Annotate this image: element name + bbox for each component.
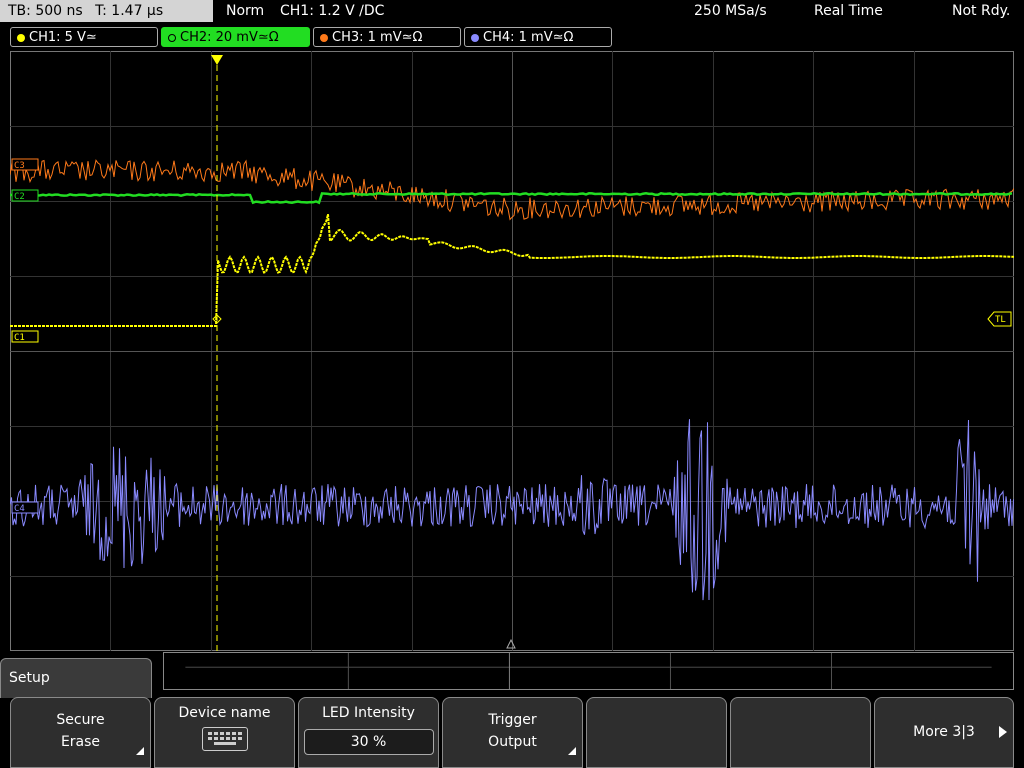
trigger-mode[interactable]: Norm	[226, 0, 264, 22]
channel-tab-ch4[interactable]: CH4: 1 mV≃Ω	[464, 27, 612, 47]
timebase-box[interactable]: TB: 500 ns T: 1.47 µs	[0, 0, 213, 22]
channel-tab-ch1[interactable]: CH1: 5 V≃	[10, 27, 158, 47]
ch1-dot-icon	[17, 33, 25, 42]
acquisition-mode: Real Time	[814, 3, 883, 19]
ch4-dot-icon	[471, 33, 479, 42]
next-page-arrow-icon	[999, 726, 1007, 738]
led-intensity-button[interactable]: LED Intensity 30 %	[298, 697, 439, 768]
svg-text:C2: C2	[14, 192, 25, 202]
trigger-output-button[interactable]: Trigger Output	[442, 697, 583, 768]
device-name-button[interactable]: Device name	[154, 697, 295, 768]
ch4-tab-label: CH4: 1 mV≃Ω	[483, 30, 574, 45]
zoom-strip	[163, 652, 1014, 690]
svg-text:C1: C1	[14, 333, 25, 343]
more-menu-button[interactable]: More 3|3	[874, 697, 1014, 768]
svg-text:TL: TL	[995, 315, 1006, 325]
keyboard-icon	[201, 727, 248, 751]
more-menu-label: More 3|3	[913, 724, 975, 740]
svg-text:C3: C3	[14, 161, 25, 171]
timebase-label: TB: 500 ns	[8, 3, 83, 19]
menu-title-setup: Setup	[0, 658, 152, 698]
c1-marker[interactable]: C1	[11, 330, 39, 343]
sample-rate: 250 MSa/s	[694, 3, 767, 19]
trigger-info[interactable]: CH1: 1.2 V ∕DC	[280, 0, 384, 22]
waveform-display[interactable]: C3 C2 C1 C4 TL	[10, 51, 1014, 651]
channel-tab-ch2[interactable]: CH2: 20 mV≃Ω	[161, 27, 310, 47]
ch3-tab-label: CH3: 1 mV≃Ω	[332, 30, 423, 45]
secure-erase-button[interactable]: Secure Erase	[10, 697, 151, 768]
led-intensity-value[interactable]: 30 %	[303, 729, 434, 755]
softkey-empty-6[interactable]	[730, 697, 871, 768]
ch1-tab-label: CH1: 5 V≃	[29, 30, 97, 45]
acquisition-state: Not Rdy.	[952, 3, 1011, 19]
trigger-time-label: T: 1.47 µs	[95, 3, 164, 19]
c3-marker[interactable]: C3	[11, 158, 39, 171]
channel-tab-ch3[interactable]: CH3: 1 mV≃Ω	[313, 27, 461, 47]
ch2-tab-label: CH2: 20 mV≃Ω	[180, 30, 279, 45]
ch2-dot-icon	[168, 33, 176, 42]
svg-text:C4: C4	[14, 504, 25, 514]
softkey-empty-5[interactable]	[586, 697, 727, 768]
submenu-triangle-icon	[568, 747, 576, 755]
submenu-triangle-icon	[136, 747, 144, 755]
c2-marker[interactable]: C2	[11, 189, 39, 202]
c4-marker[interactable]: C4	[11, 501, 39, 514]
ch3-dot-icon	[320, 33, 328, 42]
